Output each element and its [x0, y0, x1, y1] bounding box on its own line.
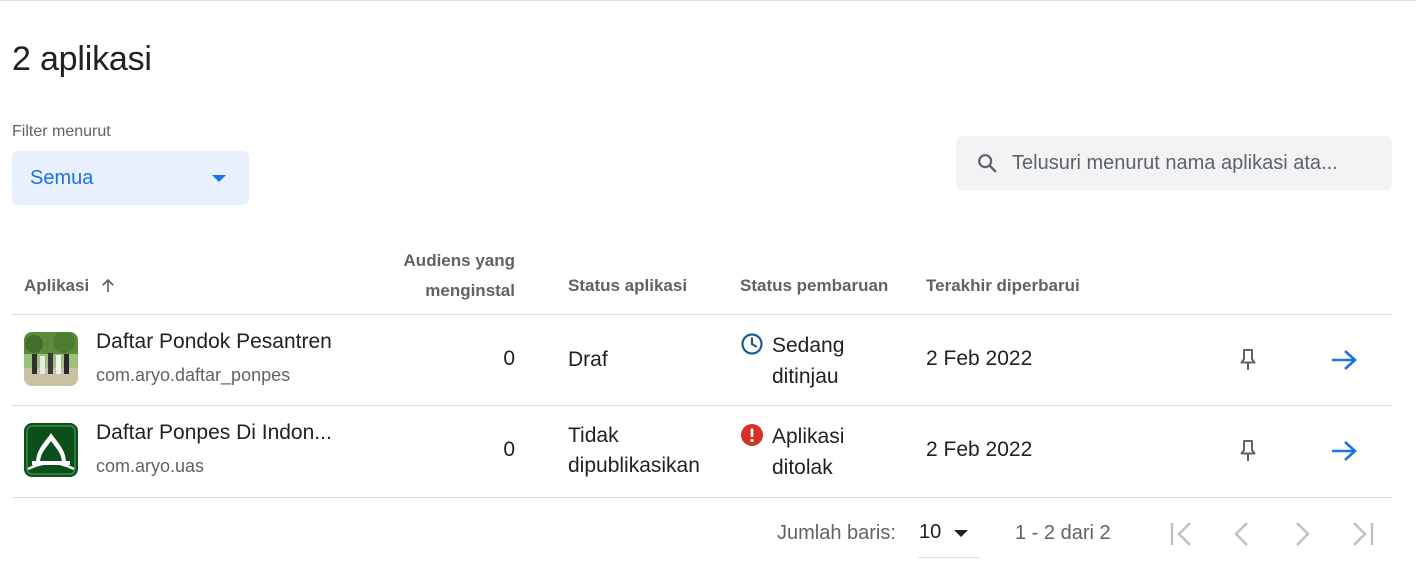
- page-title: 2 aplikasi: [12, 40, 152, 78]
- last-updated: 2 Feb 2022: [926, 347, 1033, 370]
- pin-icon[interactable]: [1238, 439, 1258, 463]
- pagination-range: 1 - 2 dari 2: [1015, 522, 1111, 544]
- rows-per-page-select[interactable]: 10: [918, 514, 979, 558]
- audience-count: 0: [503, 347, 515, 370]
- column-header-app[interactable]: Aplikasi: [24, 276, 117, 296]
- arrow-up-icon: [102, 278, 115, 292]
- chevron-down-icon: [954, 530, 968, 537]
- app-name: Daftar Ponpes Di Indon...: [96, 421, 332, 444]
- prev-page-icon[interactable]: [1228, 518, 1256, 550]
- last-page-icon[interactable]: [1348, 518, 1376, 550]
- row-divider: [12, 497, 1392, 498]
- filter-selected-value: Semua: [30, 167, 94, 189]
- column-header-last-updated: Terakhir diperbarui: [926, 276, 1080, 295]
- filter-label: Filter menurut: [12, 123, 111, 140]
- column-header-app-status: Status aplikasi: [568, 276, 688, 295]
- error-icon: [741, 424, 763, 446]
- pin-icon[interactable]: [1238, 348, 1258, 372]
- app-name: Daftar Pondok Pesantren: [96, 330, 332, 353]
- arrow-right-icon[interactable]: [1330, 439, 1358, 463]
- app-status: Tidak dipublikasikan: [568, 424, 700, 477]
- chevron-down-icon: [212, 175, 226, 182]
- filter-dropdown[interactable]: Semua: [12, 151, 249, 205]
- column-header-audience: Audiens yang menginstal: [403, 251, 515, 300]
- table-row[interactable]: Daftar Pondok Pesantren com.aryo.daftar_…: [12, 315, 1392, 406]
- app-icon-mosque: [24, 423, 78, 477]
- app-status: Draf: [568, 348, 608, 371]
- table-row[interactable]: Daftar Ponpes Di Indon... com.aryo.uas 0…: [12, 406, 1392, 497]
- update-status: Aplikasi ditolak: [772, 425, 845, 479]
- audience-count: 0: [503, 438, 515, 461]
- rows-per-page-label: Jumlah baris:: [777, 522, 896, 544]
- clock-icon: [741, 333, 763, 355]
- last-updated: 2 Feb 2022: [926, 438, 1033, 461]
- next-page-icon[interactable]: [1288, 518, 1316, 550]
- arrow-right-icon[interactable]: [1330, 348, 1358, 372]
- search-box[interactable]: [956, 136, 1392, 190]
- app-package: com.aryo.daftar_ponpes: [96, 365, 291, 385]
- column-header-update-status: Status pembaruan: [740, 276, 889, 295]
- first-page-icon[interactable]: [1168, 518, 1196, 550]
- search-icon: [978, 154, 997, 173]
- app-package: com.aryo.uas: [96, 456, 205, 476]
- update-status: Sedang ditinjau: [772, 334, 845, 388]
- column-header-app-label: Aplikasi: [24, 276, 90, 295]
- app-icon-photo: [24, 332, 78, 386]
- top-divider: [0, 0, 1416, 1]
- rows-per-page-value: 10: [919, 521, 942, 543]
- search-input[interactable]: [1012, 146, 1382, 180]
